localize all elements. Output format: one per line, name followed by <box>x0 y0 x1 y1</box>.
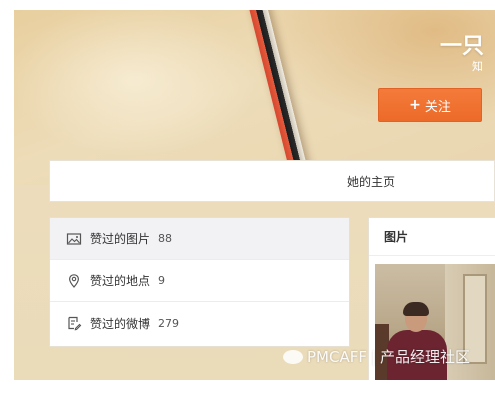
edit-note-icon <box>66 315 82 331</box>
sidebar-item-liked-places[interactable]: 赞过的地点 9 <box>50 260 349 302</box>
sidebar-item-count: 88 <box>158 232 173 245</box>
profile-page: 一只 知 + 关注 她的主页 赞过的图片 88 赞过的地点 9 赞过的微博 27… <box>14 10 495 380</box>
plus-icon: + <box>409 97 421 113</box>
image-icon <box>66 231 82 247</box>
profile-name: 一只 <box>440 34 485 59</box>
profile-subtitle: 知 <box>472 60 483 73</box>
follow-button[interactable]: + 关注 <box>378 88 482 122</box>
liked-sidebar: 赞过的图片 88 赞过的地点 9 赞过的微博 279 <box>49 217 350 347</box>
pmcaff-logo-icon <box>283 349 303 364</box>
sidebar-item-liked-weibo[interactable]: 赞过的微博 279 <box>50 302 349 344</box>
watermark-brand: PMCAFF <box>307 347 367 366</box>
cover-banner: 一只 知 + 关注 <box>14 10 495 185</box>
watermark-separator: | <box>370 347 377 366</box>
sidebar-item-label: 赞过的地点 <box>90 274 151 288</box>
photo-person-hair <box>403 302 429 316</box>
sidebar-item-count: 279 <box>158 316 180 330</box>
tab-home-label: 她的主页 <box>346 174 395 189</box>
watermark-text: 产品经理社区 <box>380 348 471 366</box>
sidebar-item-label: 赞过的图片 <box>90 232 151 246</box>
sidebar-item-count: 9 <box>158 274 166 287</box>
sidebar-item-label: 赞过的微博 <box>90 316 151 331</box>
location-pin-icon <box>66 273 82 289</box>
photos-panel-title: 图片 <box>369 218 495 256</box>
cover-pencil-image <box>242 10 311 184</box>
follow-button-label: 关注 <box>424 99 451 115</box>
pmcaff-watermark: PMCAFF | 产品经理社区 <box>283 346 470 367</box>
tab-home[interactable]: 她的主页 <box>49 160 495 202</box>
sidebar-item-liked-images[interactable]: 赞过的图片 88 <box>50 218 349 260</box>
